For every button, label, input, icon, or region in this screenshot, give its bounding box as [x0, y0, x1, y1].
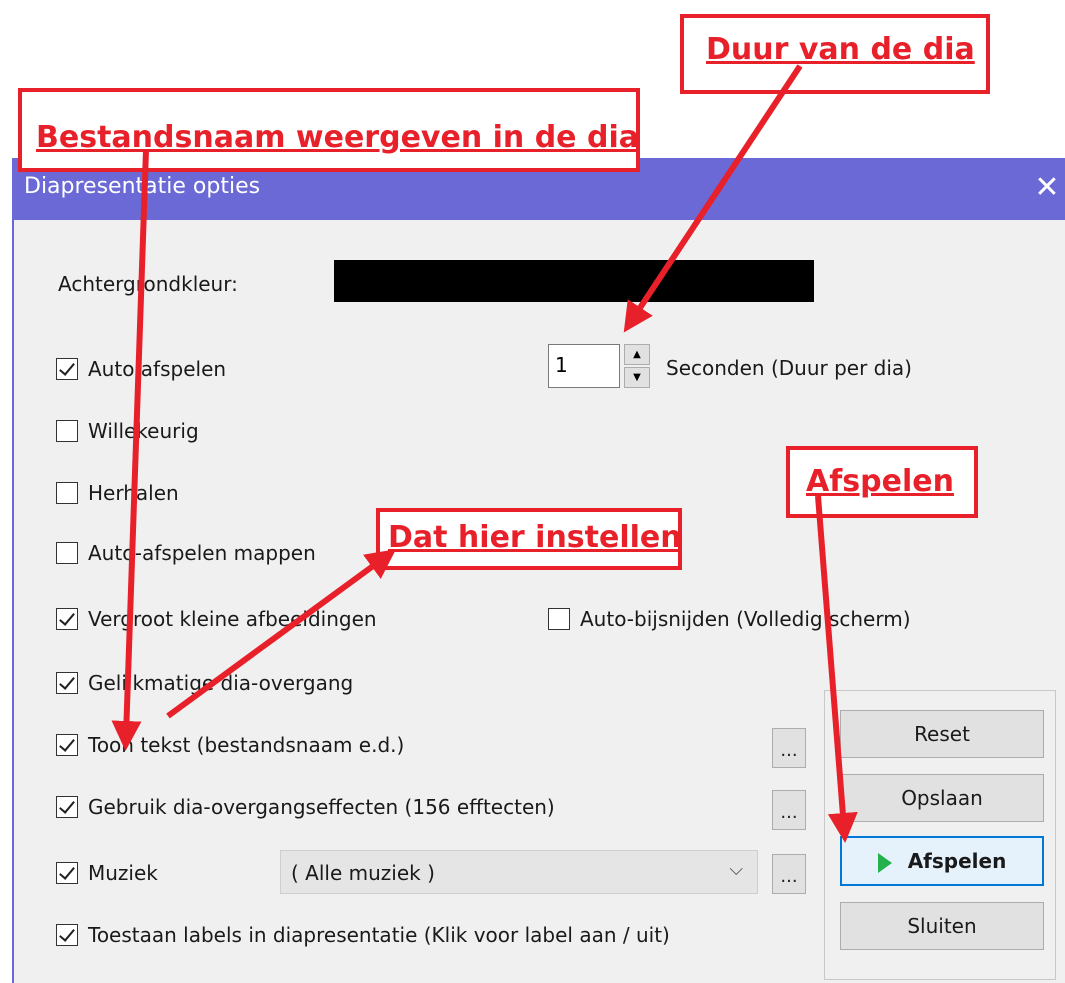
duration-value: 1: [555, 353, 568, 377]
transition-effects-checkbox[interactable]: [56, 796, 78, 818]
annotation-duration-text: Duur van de dia: [706, 32, 975, 67]
transition-effects-label: Gebruik dia-overgangseffecten (156 effte…: [88, 795, 555, 819]
random-label: Willekeurig: [88, 419, 199, 443]
enlarge-small-images-checkbox[interactable]: [56, 608, 78, 630]
show-text-label: Toon tekst (bestandsnaam e.d.): [88, 733, 405, 757]
annotation-set-here-text: Dat hier instellen: [388, 520, 682, 555]
auto-crop-label: Auto-bijsnijden (Volledig scherm): [580, 607, 911, 631]
auto-play-folders-checkbox[interactable]: [56, 542, 78, 564]
show-text-checkbox[interactable]: [56, 734, 78, 756]
close-icon[interactable]: ✕: [1027, 166, 1065, 210]
dialog-title: Diapresentatie opties: [24, 174, 261, 199]
close-button[interactable]: Sluiten: [840, 902, 1044, 950]
save-button[interactable]: Opslaan: [840, 774, 1044, 822]
random-checkbox[interactable]: [56, 420, 78, 442]
annotation-play-text: Afspelen: [806, 464, 954, 499]
annotation-filename-text: Bestandsnaam weergeven in de dia: [36, 120, 639, 155]
background-color-swatch[interactable]: [334, 260, 814, 302]
enlarge-small-images-label: Vergroot kleine afbeeldingen: [88, 607, 377, 631]
auto-play-checkbox[interactable]: [56, 358, 78, 380]
chevron-down-icon: ⌵: [729, 859, 743, 880]
repeat-label: Herhalen: [88, 481, 179, 505]
annotation-set-here-box: Dat hier instellen: [376, 508, 682, 570]
smooth-transition-label: Gelijkmatige dia-overgang: [88, 671, 354, 695]
repeat-checkbox[interactable]: [56, 482, 78, 504]
auto-play-label: Auto afspelen: [88, 357, 227, 381]
music-checkbox[interactable]: [56, 862, 78, 884]
allow-labels-checkbox[interactable]: [56, 924, 78, 946]
play-icon: [877, 852, 892, 873]
text-settings-button[interactable]: ...: [772, 728, 806, 768]
spin-up-icon[interactable]: ▲: [624, 344, 650, 365]
annotation-filename-box: Bestandsnaam weergeven in de dia: [18, 88, 640, 172]
duration-unit-label: Seconden (Duur per dia): [666, 356, 912, 380]
slideshow-options-dialog: Diapresentatie opties ✕ Achtergrondkleur…: [12, 158, 1065, 983]
auto-crop-checkbox[interactable]: [548, 608, 570, 630]
spin-down-icon[interactable]: ▼: [624, 367, 650, 388]
duration-input[interactable]: 1: [548, 344, 620, 388]
reset-button[interactable]: Reset: [840, 710, 1044, 758]
music-label: Muziek: [88, 861, 158, 885]
music-settings-button[interactable]: ...: [772, 854, 806, 894]
music-select-value: ( Alle muziek ): [291, 861, 435, 885]
auto-play-folders-label: Auto-afspelen mappen: [88, 541, 316, 565]
play-button[interactable]: Afspelen: [840, 836, 1044, 886]
smooth-transition-checkbox[interactable]: [56, 672, 78, 694]
play-button-label: Afspelen: [907, 849, 1007, 873]
annotation-play-box: Afspelen: [786, 446, 978, 518]
allow-labels-label: Toestaan labels in diapresentatie (Klik …: [88, 923, 670, 947]
annotation-duration-box: Duur van de dia: [680, 14, 990, 94]
music-select[interactable]: ( Alle muziek ) ⌵: [280, 850, 758, 894]
effects-settings-button[interactable]: ...: [772, 790, 806, 830]
background-color-label: Achtergrondkleur:: [58, 272, 238, 296]
